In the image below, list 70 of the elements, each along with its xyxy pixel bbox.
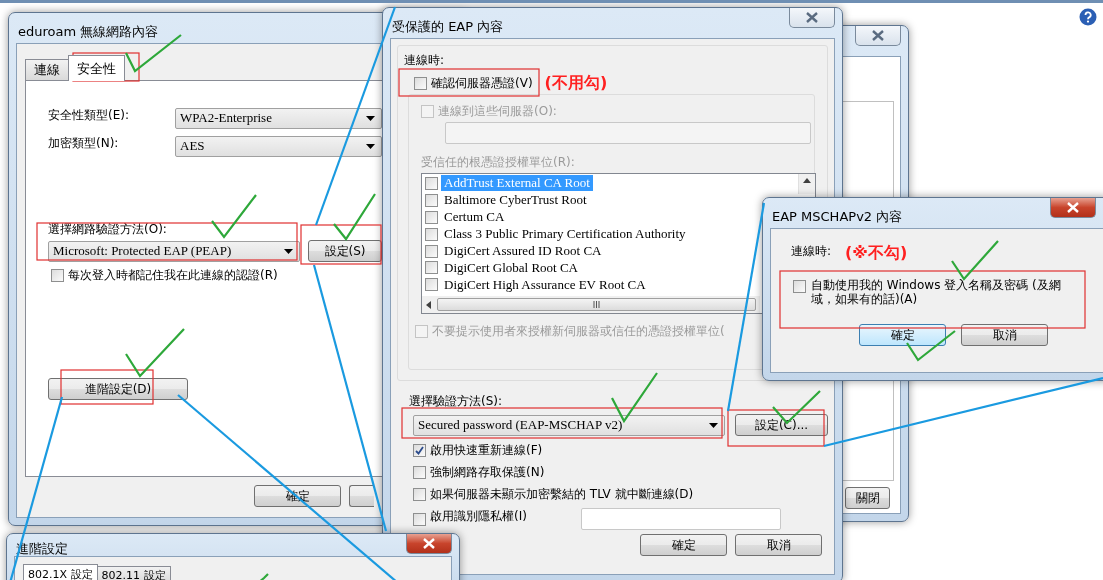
- tab[interactable]: 802.11 設定: [96, 566, 171, 580]
- cancel-button[interactable]: 取消: [735, 534, 822, 556]
- checkbox[interactable]: [413, 488, 426, 501]
- checkbox[interactable]: [413, 466, 426, 479]
- check-mark-drawing: [125, 328, 185, 378]
- checkbox-label: 自動使用我的 Windows 登入名稱及密碼 (及網域，如果有的話)(A): [811, 278, 1062, 306]
- field-label: 選擇驗證方法(S):: [409, 393, 503, 410]
- dropdown[interactable]: AES: [175, 135, 382, 157]
- settings-button[interactable]: 設定(C)...: [735, 414, 828, 436]
- dropdown[interactable]: WPA2-Enterprise: [175, 107, 382, 129]
- section-label: 連線時:: [404, 52, 445, 69]
- checkbox-label: 啟用識別隱私權(I): [430, 508, 527, 525]
- cancel-button[interactable]: 取消: [961, 324, 1048, 346]
- checkbox[interactable]: [793, 280, 806, 293]
- help-icon[interactable]: [1079, 8, 1097, 26]
- dropdown-arrow-icon: [709, 422, 718, 428]
- checkbox-label: 確認伺服器憑證(V): [431, 75, 533, 92]
- close-icon: [805, 12, 819, 23]
- close-icon: [422, 538, 436, 549]
- checkbox-label: 連線到這些伺服器(O):: [438, 103, 557, 120]
- dropdown-arrow-icon: [366, 115, 375, 121]
- annotation-note: (※不勾): [845, 243, 908, 264]
- close-dialog-button[interactable]: 關閉: [845, 487, 890, 509]
- checkbox[interactable]: [51, 269, 64, 282]
- dropdown[interactable]: Microsoft: Protected EAP (PEAP): [48, 240, 300, 262]
- advanced-settings-button[interactable]: 進階設定(D): [48, 378, 188, 400]
- checkbox-label: 強制網路存取保護(N): [430, 464, 545, 481]
- highlight-frame: [72, 52, 140, 82]
- tab[interactable]: 安全性: [68, 55, 125, 81]
- tab[interactable]: 連線: [25, 59, 69, 80]
- check-mark-drawing: [951, 240, 999, 281]
- window-title: eduroam 無線網路內容: [17, 23, 159, 41]
- close-button[interactable]: [406, 534, 452, 554]
- close-icon: [1066, 202, 1080, 213]
- horizontal-scrollbar[interactable]: [422, 296, 760, 313]
- vertical-scrollbar[interactable]: [798, 174, 815, 194]
- checkbox[interactable]: [414, 77, 427, 90]
- window-title: EAP MSCHAPv2 內容: [771, 208, 903, 226]
- grip-icon: [593, 301, 600, 308]
- checkbox-label: 每次登入時都記住我在此連線的認證(R): [68, 267, 278, 284]
- identity-input-field[interactable]: [580, 508, 781, 530]
- section-label: 連線時:: [791, 243, 832, 260]
- checkbox[interactable]: [413, 512, 426, 526]
- close-button[interactable]: [789, 8, 835, 28]
- field-label: 加密類型(N):: [48, 135, 120, 152]
- checkbox-label: 如果伺服器未顯示加密繫結的 TLV 就中斷連線(D): [430, 486, 694, 503]
- field-label: 安全性類型(E):: [48, 107, 130, 124]
- list-label: 受信任的根憑證授權單位(R):: [421, 154, 575, 171]
- scroll-up-arrow-icon[interactable]: [803, 178, 811, 183]
- annotation-note: (不用勾): [544, 73, 608, 94]
- dropdown-arrow-icon: [284, 248, 293, 254]
- checkbox-label: 不要提示使用者來授權新伺服器或信任的憑證授權單位(: [432, 323, 725, 340]
- checkbox[interactable]: [413, 444, 426, 457]
- dialog-button[interactable]: [349, 485, 374, 507]
- close-button[interactable]: [855, 26, 901, 46]
- tab[interactable]: 802.1X 設定: [23, 564, 98, 580]
- scroll-left-arrow-icon[interactable]: [426, 300, 431, 309]
- close-button[interactable]: [1050, 198, 1096, 218]
- ok-button[interactable]: 確定: [640, 534, 727, 556]
- dropdown-arrow-icon: [366, 143, 375, 149]
- close-icon: [871, 30, 885, 41]
- check-mark-drawing: [257, 573, 269, 580]
- window-title: 受保護的 EAP 內容: [391, 18, 504, 36]
- field-label: 選擇網路驗證方法(O):: [48, 221, 167, 238]
- settings-button[interactable]: 設定(S): [308, 240, 382, 262]
- checkbox-label: 啟用快速重新連線(F): [430, 442, 543, 459]
- dropdown[interactable]: Secured password (EAP-MSCHAP v2): [413, 414, 725, 436]
- server-input-field[interactable]: [445, 122, 811, 144]
- check-mark-drawing: [211, 194, 257, 239]
- check-mark-drawing: [333, 193, 376, 241]
